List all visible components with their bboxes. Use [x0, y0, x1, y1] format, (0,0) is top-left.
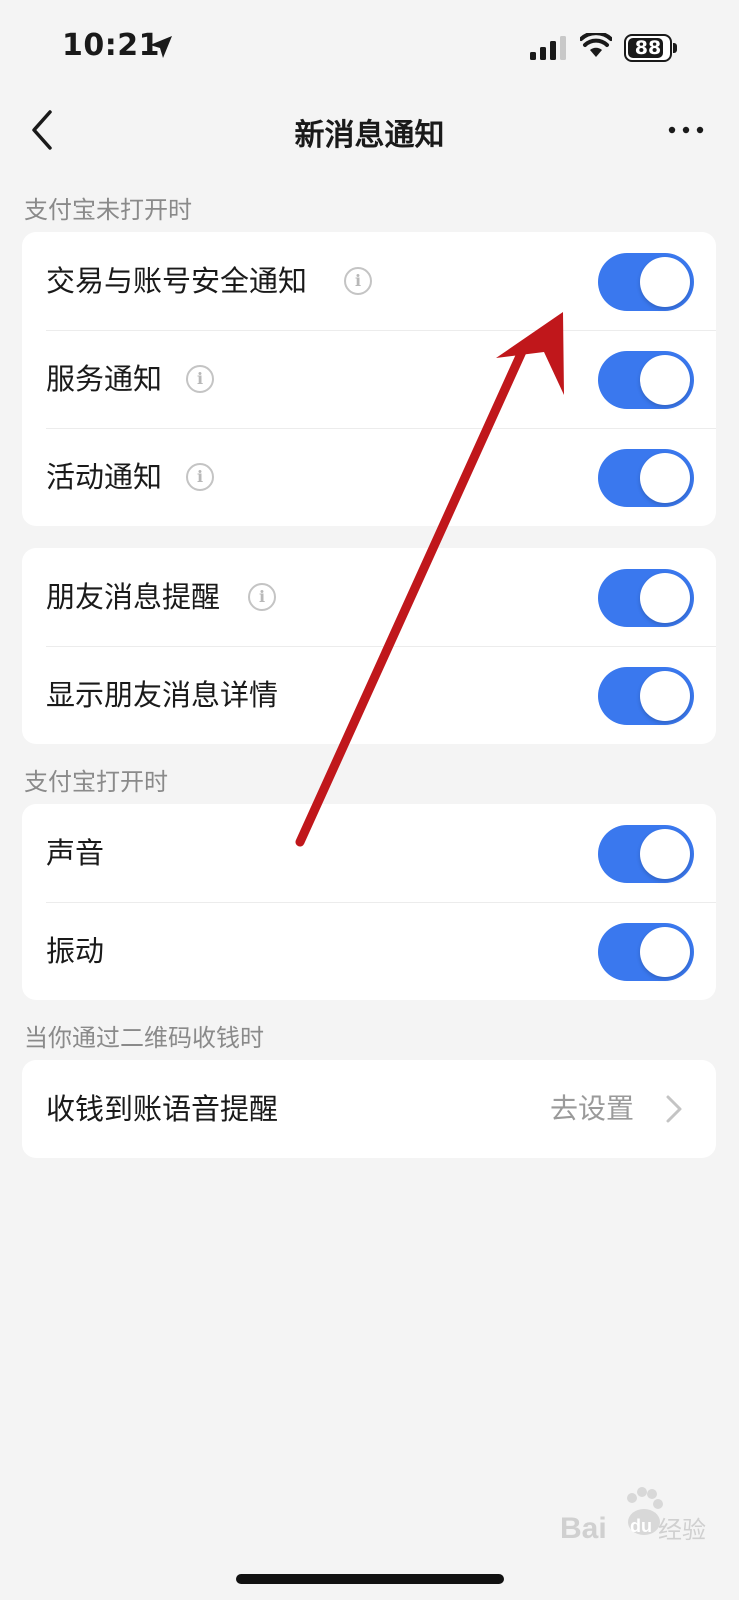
list-item: 服务通知 i: [22, 330, 716, 428]
toggle-switch[interactable]: [598, 449, 694, 507]
nav-bar: 新消息通知: [0, 100, 739, 160]
home-indicator[interactable]: [236, 1574, 504, 1584]
toggle-knob: [640, 453, 690, 503]
section-label-open: 支付宝打开时: [24, 768, 168, 796]
wifi-icon: [580, 33, 612, 57]
toggle-knob: [640, 257, 690, 307]
baidu-watermark: Bai du 经验: [560, 1480, 710, 1550]
battery-icon: 88: [624, 34, 678, 62]
toggle-knob: [640, 573, 690, 623]
info-icon[interactable]: i: [186, 365, 214, 393]
row-label: 朋友消息提醒: [46, 580, 221, 614]
voice-alert-row[interactable]: 收钱到账语音提醒 去设置: [22, 1060, 716, 1158]
toggle-switch[interactable]: [598, 569, 694, 627]
svg-text:du: du: [630, 1516, 652, 1536]
battery-level: 88: [634, 37, 662, 59]
chevron-right-icon: [666, 1095, 682, 1123]
battery-cap: [673, 43, 677, 53]
toggle-knob: [640, 829, 690, 879]
card-friend-messages: 朋友消息提醒 i 显示朋友消息详情: [22, 548, 716, 744]
status-time: 10:21: [62, 28, 160, 63]
card-notifications: 交易与账号安全通知 i 服务通知 i 活动通知 i: [22, 232, 716, 526]
row-label: 声音: [46, 836, 105, 870]
list-item: 振动: [22, 902, 716, 1000]
row-label: 收钱到账语音提醒: [46, 1092, 279, 1126]
status-bar: 10:21 88: [0, 0, 739, 100]
more-button[interactable]: [666, 118, 706, 142]
toggle-switch[interactable]: [598, 667, 694, 725]
list-item: 活动通知 i: [22, 428, 716, 526]
svg-text:经验: 经验: [658, 1516, 706, 1544]
info-icon[interactable]: i: [186, 463, 214, 491]
list-item: 显示朋友消息详情: [22, 646, 716, 744]
location-arrow-icon: [150, 36, 172, 58]
baidu-logo-icon: Bai du 经验: [560, 1487, 706, 1545]
row-label: 服务通知: [46, 362, 163, 396]
toggle-knob: [640, 355, 690, 405]
toggle-knob: [640, 927, 690, 977]
info-icon[interactable]: i: [248, 583, 276, 611]
toggle-switch[interactable]: [598, 351, 694, 409]
more-icon: [668, 126, 704, 134]
toggle-switch[interactable]: [598, 923, 694, 981]
section-label-qrcode: 当你通过二维码收钱时: [24, 1024, 264, 1052]
list-item: 朋友消息提醒 i: [22, 548, 716, 646]
card-voice-alert: 收钱到账语音提醒 去设置: [22, 1060, 716, 1158]
info-icon[interactable]: i: [344, 267, 372, 295]
row-label: 显示朋友消息详情: [46, 678, 279, 712]
toggle-switch[interactable]: [598, 253, 694, 311]
row-label: 活动通知: [46, 460, 163, 494]
row-label: 交易与账号安全通知: [46, 264, 308, 298]
svg-text:Bai: Bai: [560, 1512, 607, 1545]
card-alerts: 声音 振动: [22, 804, 716, 1000]
row-label: 振动: [46, 934, 105, 968]
signal-icon: [530, 36, 566, 60]
list-item: 交易与账号安全通知 i: [22, 232, 716, 330]
section-label-closed: 支付宝未打开时: [24, 196, 192, 224]
page-title: 新消息通知: [294, 118, 445, 153]
list-item: 声音: [22, 804, 716, 902]
go-settings-link[interactable]: 去设置: [550, 1060, 634, 1158]
toggle-switch[interactable]: [598, 825, 694, 883]
toggle-knob: [640, 671, 690, 721]
